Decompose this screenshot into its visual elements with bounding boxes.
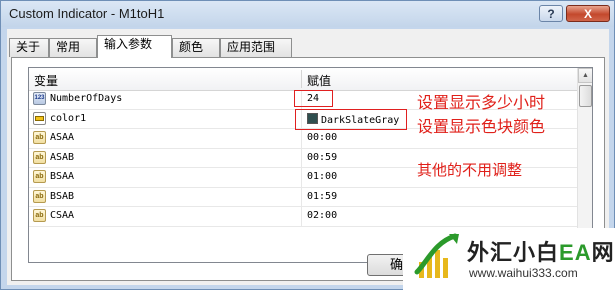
tab-inputs[interactable]: 输入参数	[97, 35, 172, 58]
watermark: 外汇小白EA网 www.waihui333.com	[403, 228, 615, 290]
string-icon: ab	[33, 150, 46, 164]
parameter-value[interactable]: 01:59	[307, 191, 337, 202]
highlight-number-of-days	[294, 90, 333, 107]
parameter-value[interactable]: 02:00	[307, 210, 337, 221]
annotation-other: 其他的不用调整	[417, 162, 523, 179]
tab-common[interactable]: 常用	[49, 38, 97, 57]
brand-prefix: 外汇小白	[467, 240, 560, 265]
table-row[interactable]: ab CSAA 02:00	[29, 207, 577, 227]
column-header-value[interactable]: 赋值	[307, 72, 331, 89]
grid-header: 变量 赋值	[29, 68, 577, 91]
parameter-name: color1	[50, 112, 87, 124]
brand-suffix: 网	[591, 240, 615, 265]
parameter-value[interactable]: 00:00	[307, 132, 337, 143]
number-icon: 123	[33, 92, 46, 105]
parameter-name: BSAA	[50, 171, 75, 182]
watermark-url: www.waihui333.com	[469, 266, 578, 280]
brand-ea: EA	[559, 240, 592, 265]
scroll-up-arrow-icon[interactable]: ▲	[578, 68, 592, 83]
highlight-color1	[295, 109, 407, 130]
parameter-name: CSAA	[50, 210, 75, 221]
tab-visualization[interactable]: 应用范围	[220, 38, 292, 57]
annotation-color: 设置显示色块颜色	[417, 119, 546, 136]
cell-divider	[301, 187, 302, 207]
tab-about[interactable]: 关于	[9, 38, 49, 57]
string-icon: ab	[33, 131, 46, 144]
scrollbar-thumb[interactable]	[579, 85, 592, 107]
parameter-value[interactable]: 01:00	[307, 171, 337, 182]
parameter-value[interactable]: 00:59	[307, 152, 337, 163]
parameter-name: NumberOfDays	[50, 93, 123, 104]
parameter-name: BSAB	[50, 190, 75, 202]
cell-divider	[301, 148, 302, 168]
cell-divider	[301, 129, 302, 148]
watermark-logo-icon	[414, 233, 459, 278]
column-divider[interactable]	[301, 70, 302, 88]
column-header-variable[interactable]: 变量	[34, 72, 58, 89]
color-icon	[33, 111, 46, 125]
tab-colors[interactable]: 颜色	[172, 38, 220, 57]
annotation-days: 设置显示多少小时	[417, 95, 546, 112]
cell-divider	[301, 207, 302, 226]
help-button[interactable]: ?	[539, 5, 563, 22]
string-icon: ab	[33, 189, 46, 203]
string-icon: ab	[33, 209, 46, 222]
parameter-name: ASAA	[50, 132, 75, 143]
close-button[interactable]: X	[566, 5, 610, 22]
table-row[interactable]: ab BSAB 01:59	[29, 187, 577, 207]
title-bar[interactable]: Custom Indicator - M1toH1 ? X	[1, 1, 614, 27]
parameter-name: ASAB	[50, 151, 75, 163]
watermark-brand: 外汇小白EA网	[467, 235, 615, 267]
window-title: Custom Indicator - M1toH1	[9, 6, 165, 21]
cell-divider	[301, 168, 302, 187]
string-icon: ab	[33, 170, 46, 183]
